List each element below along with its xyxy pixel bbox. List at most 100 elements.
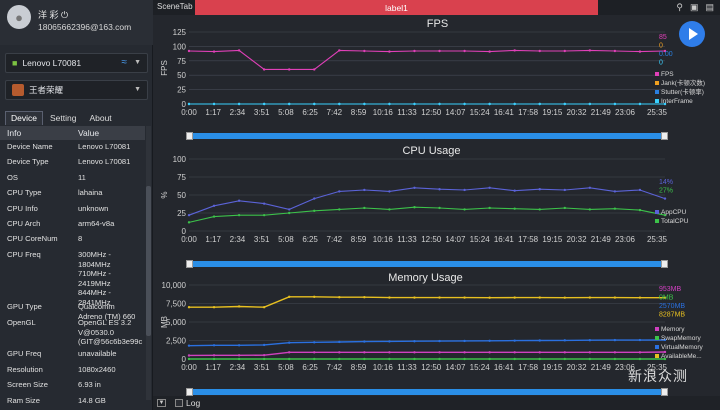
x-tick-label: 10:16: [373, 108, 394, 117]
slider-handle-start[interactable]: [186, 132, 193, 140]
data-point: [463, 339, 466, 343]
watermark: 新浪众测: [628, 368, 688, 384]
row-key: OpenGL: [7, 318, 36, 327]
x-tick-label: 3:51: [254, 363, 270, 372]
header-info: Info: [7, 128, 22, 138]
data-point: [262, 68, 266, 71]
row-key: GPU Freq: [7, 349, 42, 358]
x-tick-label: 19:15: [542, 235, 563, 244]
row-key: CPU Type: [7, 188, 42, 197]
legend-swatch: [655, 210, 659, 214]
data-point: [488, 357, 491, 361]
data-point: [413, 357, 416, 361]
data-point: [538, 296, 541, 299]
collapse-icon[interactable]: ▼: [157, 399, 166, 407]
data-point: [613, 207, 617, 210]
x-tick-label: 2:34: [230, 235, 246, 244]
data-point: [187, 221, 191, 224]
folder-icon[interactable]: ▣: [690, 2, 699, 13]
data-point: [262, 357, 266, 361]
legend-label: VirtualMemory: [661, 344, 704, 351]
current-value: 0: [659, 60, 663, 67]
slider-handle-start[interactable]: [186, 260, 193, 268]
y-tick-label: 10,000: [162, 281, 187, 290]
scene-tab[interactable]: SceneTab: [157, 2, 193, 11]
series-line: [188, 339, 666, 347]
chart-title: FPS: [427, 18, 448, 30]
time-range-slider[interactable]: [186, 260, 668, 268]
row-value: OpenGL ES 3.2 V@0530.0 (GIT@56c6b3e99c: [78, 318, 143, 347]
legend-swatch: [655, 345, 659, 349]
log-checkbox[interactable]: [175, 399, 183, 407]
time-range-slider[interactable]: [186, 132, 668, 140]
x-tick-label: 5:08: [278, 235, 294, 244]
data-point: [388, 102, 391, 106]
slider-handle-end[interactable]: [661, 260, 668, 268]
location-icon[interactable]: ⚲: [676, 2, 683, 13]
y-tick-label: 100: [173, 42, 187, 51]
data-point: [513, 102, 516, 106]
data-point: [463, 188, 466, 192]
data-point: [288, 208, 291, 211]
avatar[interactable]: ●: [7, 5, 31, 29]
row-key: CPU Info: [7, 204, 38, 213]
time-range-slider[interactable]: [186, 388, 668, 396]
data-point: [413, 296, 416, 299]
x-tick-label: 21:49: [591, 108, 612, 117]
data-point: [212, 354, 216, 357]
data-point: [363, 102, 366, 106]
data-point: [538, 49, 541, 53]
scrollbar-thumb[interactable]: [146, 186, 151, 336]
data-point: [438, 49, 441, 53]
device-select[interactable]: ■ Lenovo L70081 ≈ ▼: [5, 53, 148, 73]
data-point: [338, 351, 341, 354]
x-tick-label: 6:25: [302, 108, 318, 117]
legend-label: AppCPU: [661, 209, 687, 216]
tab-setting[interactable]: Setting: [44, 111, 82, 125]
data-point: [388, 296, 391, 299]
slider-handle-end[interactable]: [661, 132, 668, 140]
data-point: [463, 102, 466, 106]
data-point: [413, 186, 416, 189]
row-value: lahaina: [78, 188, 103, 197]
data-point: [363, 296, 366, 299]
data-point: [488, 296, 491, 299]
chart-title: Memory Usage: [388, 272, 463, 284]
y-axis-label: %: [160, 191, 169, 198]
x-tick-label: 16:41: [494, 108, 515, 117]
data-point: [463, 49, 466, 53]
slider-handle-end[interactable]: [661, 388, 668, 396]
row-value: unavailable: [78, 349, 117, 358]
x-tick-label: 8:59: [351, 363, 367, 372]
data-point: [288, 351, 291, 354]
data-point: [363, 188, 366, 192]
data-point: [262, 306, 266, 309]
x-tick-label: 14:07: [445, 363, 466, 372]
chart-svg: FPS 0 25 50 75 100 125 FPS 0:00 1:17 2:34 3:51 5:08 6…: [160, 18, 705, 117]
data-point: [413, 206, 416, 209]
data-point: [187, 49, 191, 53]
data-point: [538, 351, 541, 354]
tab-about[interactable]: About: [83, 111, 117, 125]
slider-handle-start[interactable]: [186, 388, 193, 396]
tab-device[interactable]: Device: [5, 111, 43, 125]
top-bar: SceneTab label1 ⚲ ▣ ▤: [153, 0, 720, 15]
row-value: 1080x2460: [78, 365, 116, 374]
data-point: [187, 344, 191, 347]
data-point: [438, 188, 441, 191]
game-select[interactable]: 王者荣耀 ▼: [5, 80, 148, 100]
x-tick-label: 5:08: [278, 363, 294, 372]
data-point: [212, 50, 216, 53]
folder-open-icon[interactable]: ▤: [705, 2, 714, 13]
scrollbar[interactable]: [146, 126, 151, 400]
data-point: [588, 186, 592, 189]
current-value: 0MB: [659, 295, 674, 302]
data-point: [363, 340, 366, 343]
y-tick-label: 2,500: [166, 337, 187, 346]
x-tick-label: 20:32: [567, 235, 588, 244]
row-value: 11: [78, 173, 86, 182]
label-tab[interactable]: label1: [195, 0, 598, 15]
y-tick-label: 50: [177, 191, 186, 200]
game-select-label: 王者荣耀: [29, 85, 64, 95]
y-tick-label: 5,000: [166, 318, 187, 327]
